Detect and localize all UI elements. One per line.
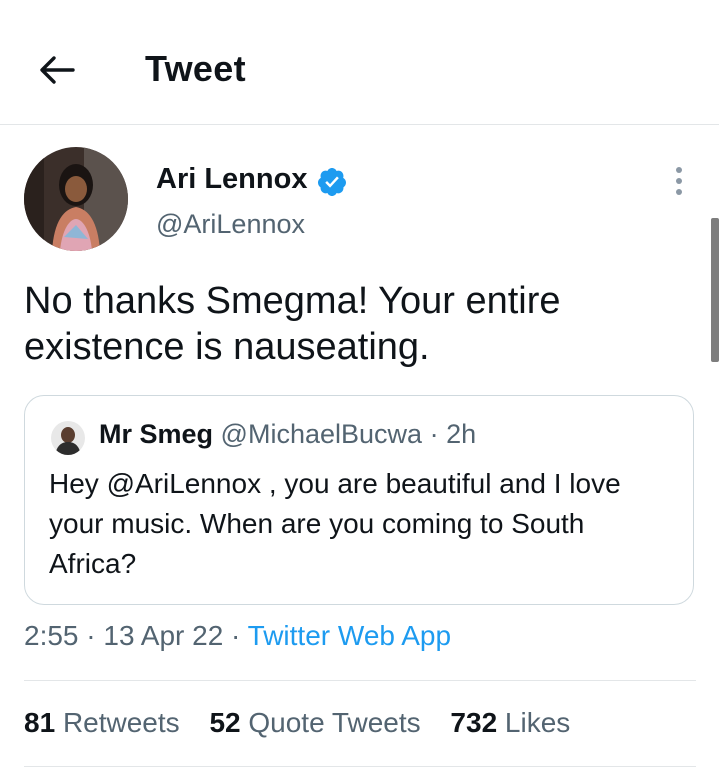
- engagement-stats: 81 Retweets 52 Quote Tweets 732 Likes: [24, 707, 592, 739]
- likes-count: 732: [450, 707, 498, 738]
- author-name[interactable]: Ari Lennox: [156, 163, 307, 196]
- quoted-text: Hey @AriLennox , you are beautiful and I…: [49, 468, 621, 579]
- header-bar: Tweet: [0, 0, 719, 125]
- divider: [24, 680, 696, 681]
- quoted-author-handle: @MichaelBucwa: [220, 419, 423, 449]
- quoted-tweet[interactable]: Mr Smeg @MichaelBucwa · 2h Hey @AriLenno…: [24, 395, 694, 605]
- author-avatar[interactable]: [24, 147, 128, 251]
- separator-dot: ·: [429, 419, 439, 449]
- quoted-author-name: Mr Smeg: [99, 419, 214, 449]
- author-handle[interactable]: @AriLennox: [156, 209, 305, 240]
- source-link[interactable]: Twitter Web App: [248, 620, 451, 651]
- tweet-page: Tweet Ari Lennox @AriLennox No thanks Sm…: [0, 0, 719, 771]
- tweet-text: No thanks Smegma! Your entire existence …: [24, 280, 561, 368]
- retweets-label: Retweets: [62, 707, 180, 738]
- more-options-button[interactable]: [664, 162, 694, 200]
- more-dot-icon: [676, 189, 682, 195]
- separator-dot: ·: [86, 620, 96, 651]
- likes-label: Likes: [504, 707, 571, 738]
- avatar-image: [24, 147, 128, 251]
- retweets-count: 81: [24, 707, 56, 738]
- back-button[interactable]: [34, 48, 78, 92]
- more-dot-icon: [676, 178, 682, 184]
- scrollbar[interactable]: [711, 218, 719, 362]
- divider: [24, 766, 696, 767]
- tweet-meta: 2:55 · 13 Apr 22 · Twitter Web App: [24, 620, 451, 652]
- quote-tweets-label: Quote Tweets: [248, 707, 421, 738]
- tweet-time[interactable]: 2:55: [24, 620, 79, 651]
- likes-stat[interactable]: 732 Likes: [450, 707, 570, 738]
- tweet-date[interactable]: 13 Apr 22: [103, 620, 223, 651]
- quoted-time: 2h: [446, 419, 477, 449]
- quote-tweets-stat[interactable]: 52 Quote Tweets: [209, 707, 420, 738]
- page-title: Tweet: [145, 48, 246, 89]
- quoted-avatar-image: [51, 421, 85, 455]
- quoted-avatar: [51, 421, 85, 455]
- separator-dot: ·: [231, 620, 241, 651]
- quoted-header: Mr Smeg @MichaelBucwa · 2h: [99, 419, 476, 450]
- arrow-left-icon: [40, 56, 75, 84]
- more-dot-icon: [676, 167, 682, 173]
- quote-tweets-count: 52: [209, 707, 241, 738]
- retweets-stat[interactable]: 81 Retweets: [24, 707, 180, 738]
- verified-badge-icon: [317, 168, 346, 196]
